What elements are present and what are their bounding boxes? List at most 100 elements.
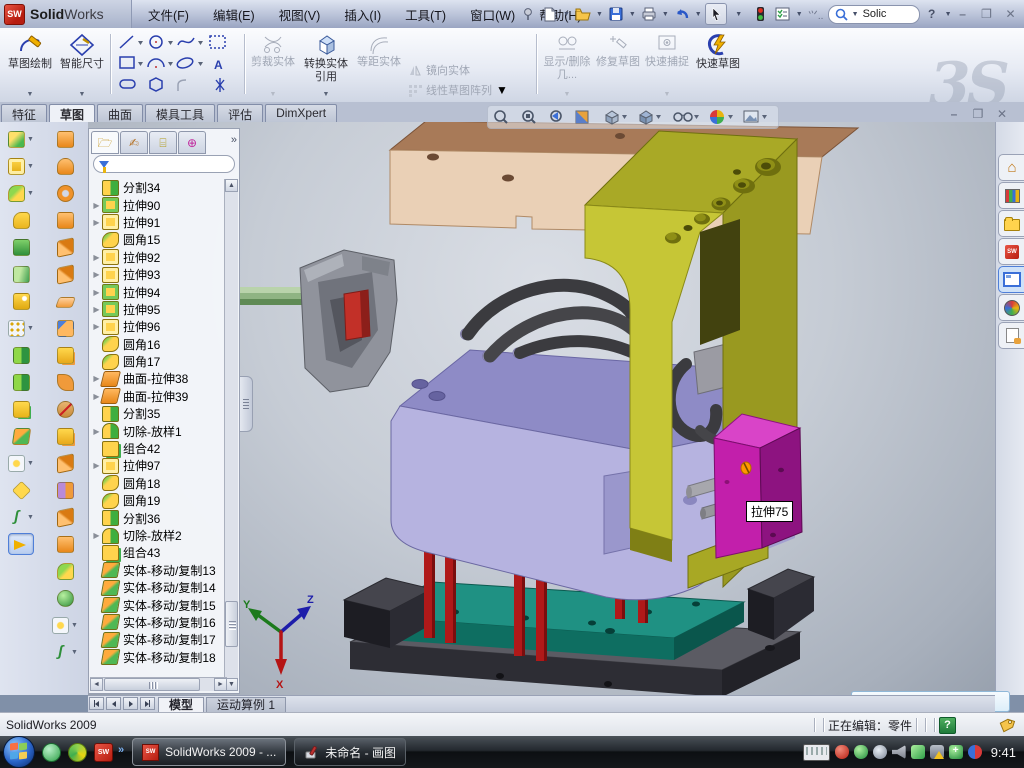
move-copy-body-icon[interactable] [11, 428, 30, 445]
dome-icon[interactable] [57, 590, 74, 607]
insert-sparkle-dropdown-icon[interactable]: ▼ [71, 622, 78, 629]
app-restore-button[interactable]: ❐ [979, 7, 995, 21]
select-dropdown-icon[interactable]: ▼ [729, 4, 749, 24]
open-dropdown-icon[interactable]: ▼ [596, 11, 603, 18]
ribbon-tab-特征[interactable]: 特征 [1, 104, 47, 123]
app-minimize-button[interactable]: – [955, 7, 971, 21]
tray-health-shield-icon[interactable] [949, 745, 963, 759]
pin-icon[interactable] [518, 4, 538, 24]
curve-tool-icon[interactable]: ʃ [8, 509, 25, 526]
horizontal-scroll-thumb[interactable] [104, 678, 200, 691]
view-orientation-icon[interactable] [606, 111, 627, 124]
boss-extrude-icon[interactable] [8, 131, 25, 148]
edit-appearance-icon[interactable] [710, 110, 733, 124]
fillet-icon[interactable] [8, 185, 25, 202]
first-tab-button[interactable] [89, 697, 104, 710]
select-tool-icon[interactable] [705, 3, 727, 25]
tree-vertical-scrollbar[interactable]: ▲ ▼ [224, 179, 238, 691]
replace-face-icon[interactable] [57, 428, 74, 445]
trim-entities-button[interactable]: 剪裁实体▼ [250, 30, 296, 98]
menu-item-插入I[interactable]: 插入(I) [332, 0, 393, 29]
tree-item[interactable]: ▶切除-放样1 [91, 422, 227, 439]
boundary-surface-icon[interactable] [57, 237, 74, 258]
start-button[interactable] [3, 736, 35, 768]
vertical-scroll-thumb[interactable] [225, 601, 238, 647]
tree-expander-icon[interactable]: ▶ [91, 288, 102, 297]
next-tab-button[interactable] [123, 697, 138, 710]
tree-item[interactable]: 圆角15 [91, 231, 227, 248]
swept-surface-icon[interactable] [57, 185, 74, 202]
fillet-dropdown-icon[interactable]: ▼ [27, 190, 34, 197]
tree-item[interactable]: 实体-移动/复制16 [91, 614, 227, 631]
menu-item-工具T[interactable]: 工具(T) [393, 0, 458, 29]
save-dropdown-icon[interactable]: ▼ [629, 11, 636, 18]
undo-dropdown-icon[interactable]: ▼ [695, 11, 702, 18]
quick-snaps-button[interactable]: 快速捕捉▼ [644, 30, 690, 98]
search-input[interactable]: ▼ Solic [828, 5, 920, 24]
delete-face-icon[interactable] [57, 401, 74, 418]
taskpane-tab-appearances-scenes[interactable] [998, 294, 1024, 321]
tree-expander-icon[interactable]: ▶ [91, 218, 102, 227]
help-icon[interactable]: ? [922, 4, 942, 24]
parting-line-icon[interactable] [57, 453, 74, 474]
tree-item[interactable]: ▶曲面-拉伸38 [91, 370, 227, 387]
undo-icon[interactable] [672, 4, 692, 24]
tree-item[interactable]: ▶拉伸93 [91, 266, 227, 283]
taskpane-tab-custom-properties[interactable] [998, 322, 1024, 349]
tree-expander-icon[interactable]: ▶ [91, 201, 102, 210]
input-method-icon[interactable] [803, 744, 830, 761]
taskpane-tab-view-palette[interactable] [998, 266, 1024, 293]
deform-icon[interactable] [11, 480, 30, 499]
tray-search-status-icon[interactable] [873, 745, 887, 759]
tray-antivirus-shield-icon[interactable] [835, 745, 849, 759]
rapid-sketch-button[interactable]: 快速草图 [694, 30, 742, 98]
display-delete-relations-button[interactable]: 显示/删除几...▼ [542, 30, 592, 98]
thicken-icon[interactable] [57, 347, 74, 364]
previous-view-icon[interactable] [551, 111, 561, 121]
tree-item[interactable]: 圆角19 [91, 492, 227, 509]
tree-expander-icon[interactable]: ▶ [91, 427, 102, 436]
tree-horizontal-scrollbar[interactable]: ◄ ► [90, 677, 227, 691]
swept-boss-icon[interactable] [13, 212, 30, 229]
print-icon[interactable] [639, 4, 659, 24]
tab-featuremanager[interactable]: 🗁 [91, 131, 119, 154]
linear-sketch-pattern-button[interactable]: 线性草图阵列▼ [408, 80, 530, 100]
ribbon-tab-DimXpert[interactable]: DimXpert [265, 104, 337, 123]
fillet-surface-icon[interactable] [57, 563, 74, 580]
more-tools-icon[interactable]: ⺍.. [806, 4, 826, 24]
tree-item[interactable]: 圆角18 [91, 475, 227, 492]
zoom-fit-icon[interactable] [495, 111, 507, 123]
tray-sync-badge-icon[interactable] [968, 745, 982, 759]
shell-icon[interactable] [13, 239, 30, 256]
model-clamp-unit[interactable] [240, 250, 397, 392]
split-icon[interactable] [13, 374, 30, 391]
menu-item-视图V[interactable]: 视图(V) [267, 0, 333, 29]
tab-configurationmanager[interactable]: ⌸ [149, 131, 177, 154]
save-icon[interactable] [606, 4, 626, 24]
combine-icon[interactable] [13, 401, 30, 418]
tray-security-shield-icon[interactable] [854, 745, 868, 759]
taskpane-tab-solidworks-forum[interactable]: SW [998, 238, 1024, 265]
rib-icon[interactable] [13, 347, 30, 364]
tab-dimxpertmanager[interactable]: ⊕ [178, 131, 206, 154]
offset-entities-button[interactable]: 等距实体 [356, 30, 402, 98]
app-close-button[interactable]: ✕ [1003, 7, 1019, 21]
apply-scene-icon[interactable] [744, 111, 767, 122]
open-icon[interactable] [573, 4, 593, 24]
repair-sketch-button[interactable]: 修复草图 [596, 30, 640, 98]
parting-surface-icon[interactable] [57, 482, 74, 499]
tree-item[interactable]: ▶切除-放样2 [91, 527, 227, 544]
insert-sparkle-icon[interactable] [52, 617, 69, 634]
taskpane-tab-design-library[interactable] [998, 182, 1024, 209]
quick-launch-solidworks-icon[interactable]: SW [94, 743, 113, 762]
linear-pattern-dropdown-icon[interactable]: ▼ [27, 325, 34, 332]
cut-extrude-dropdown-icon[interactable]: ▼ [27, 163, 34, 170]
sketch-entities-palette[interactable]: A [114, 30, 240, 98]
tree-expander-icon[interactable]: ▶ [91, 461, 102, 470]
cut-extrude-icon[interactable] [8, 158, 25, 175]
zoom-area-icon[interactable] [523, 111, 535, 123]
tree-item[interactable]: 圆角17 [91, 353, 227, 370]
menu-item-编辑E[interactable]: 编辑(E) [201, 0, 267, 29]
hole-wizard-icon[interactable] [13, 293, 30, 310]
smart-dimension-button[interactable]: 智能尺寸▼ [58, 30, 106, 98]
